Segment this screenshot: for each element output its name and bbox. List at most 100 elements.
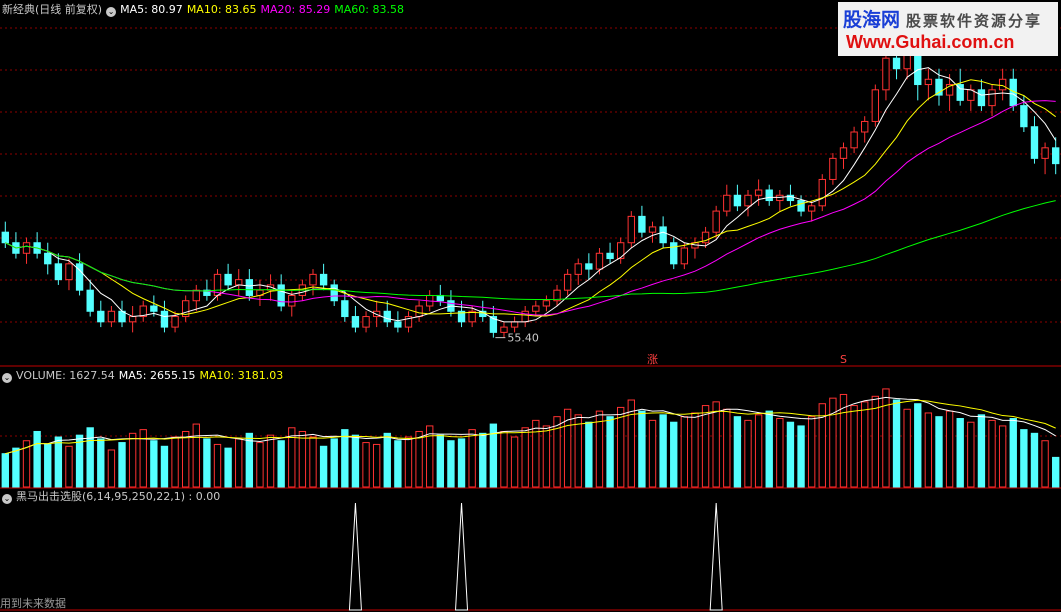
candle-body xyxy=(532,305,540,312)
volume-bar xyxy=(988,419,996,488)
candle-body xyxy=(1,231,9,244)
volume-bar xyxy=(659,414,667,488)
candle-body xyxy=(521,310,529,323)
volume-bar xyxy=(606,416,614,488)
volume-bar xyxy=(701,405,710,488)
volume-bar xyxy=(65,445,73,488)
candle-body xyxy=(648,226,657,233)
candle-body xyxy=(563,273,572,291)
ma5-label: MA5: 80.97 xyxy=(120,3,183,16)
candle-body xyxy=(150,305,158,312)
volume-bar xyxy=(224,447,232,488)
volume-bar xyxy=(394,440,402,488)
logo-url: Www.Guhai.com.cn xyxy=(846,32,1015,52)
candle-body xyxy=(383,310,391,323)
candle-body xyxy=(680,247,689,265)
volume-bar xyxy=(691,412,699,488)
volume-bar xyxy=(277,440,285,488)
candle-body xyxy=(362,316,370,328)
chevron-down-icon[interactable]: ⌄ xyxy=(2,494,12,504)
chart-canvas: 55.40 涨 S xyxy=(0,27,1061,611)
volume-bar xyxy=(213,443,222,488)
volume-bar xyxy=(298,430,307,488)
volume-bar xyxy=(404,436,413,488)
volume-bar xyxy=(362,442,370,488)
volume-bar xyxy=(850,405,858,488)
volume-bar xyxy=(266,434,275,488)
volume-bar xyxy=(807,416,816,488)
volume-bar xyxy=(160,445,169,488)
chevron-down-icon[interactable]: ⌄ xyxy=(106,7,117,17)
chevron-down-icon[interactable]: ⌄ xyxy=(2,373,12,383)
volume-bar xyxy=(617,406,625,488)
guhai-logo: 股海网 股票软件资源分享 Www.Guhai.com.cn xyxy=(838,2,1058,56)
candle-body xyxy=(319,273,328,286)
volume-bar xyxy=(351,434,360,488)
candle-body xyxy=(861,120,869,133)
volume-bar xyxy=(415,430,423,488)
volume-bar xyxy=(75,434,84,488)
candle-body xyxy=(192,289,200,302)
volume-bar xyxy=(924,412,933,488)
candle-body xyxy=(754,189,763,196)
footer-note: 用到未来数据 xyxy=(0,597,66,610)
candle-body xyxy=(723,194,731,212)
volume-bar xyxy=(627,399,635,488)
volume-panel-header: ⌄ VOLUME: 1627.54 MA5: 2655.15 MA10: 3181.0… xyxy=(2,369,287,383)
candle-body xyxy=(765,189,773,202)
volume-bar xyxy=(914,403,922,488)
volume-bar xyxy=(595,410,604,488)
candle-body xyxy=(988,89,996,107)
volume-bar xyxy=(648,419,657,488)
candle-body xyxy=(829,157,837,180)
ma20-label: MA20: 85.29 xyxy=(260,3,331,16)
ma60-label: MA60: 83.58 xyxy=(334,3,404,16)
candle-body xyxy=(330,284,338,302)
candle-body xyxy=(309,273,317,286)
volume-label: VOLUME: 1627.54 xyxy=(16,369,115,382)
candle-body xyxy=(892,57,901,70)
volume-bar xyxy=(670,421,678,488)
volume-bar xyxy=(723,408,731,488)
volume-bar xyxy=(765,410,773,488)
candle-body xyxy=(44,252,52,265)
marker-zhang: 涨 xyxy=(647,353,658,366)
volume-bar xyxy=(447,440,455,488)
volume-bar xyxy=(574,414,582,488)
volume-bar xyxy=(521,427,529,488)
candle-body xyxy=(436,294,444,302)
volume-bar xyxy=(712,401,720,488)
volume-bar xyxy=(479,432,487,488)
candle-body xyxy=(128,316,137,323)
volume-bar xyxy=(797,425,805,488)
candle-body xyxy=(670,242,678,265)
candle-body xyxy=(1041,147,1049,159)
candle-body xyxy=(341,300,349,318)
candle-body xyxy=(924,78,933,86)
candle-body xyxy=(160,310,169,328)
indicator-label: 黑马出击选股(6,14,95,250,22,1) : 0.00 xyxy=(16,490,221,503)
candle-body xyxy=(850,131,858,149)
candle-body xyxy=(351,316,360,328)
volume-bar xyxy=(171,436,179,488)
candle-body xyxy=(224,273,232,286)
volume-ma5-label: MA5: 2655.15 xyxy=(118,369,196,382)
volume-bar xyxy=(733,416,742,488)
volume-bar xyxy=(903,408,911,488)
candle-body xyxy=(54,263,63,281)
volume-bar xyxy=(553,416,561,488)
candle-body xyxy=(585,263,593,270)
signal-spike xyxy=(348,502,362,611)
volume-bar xyxy=(426,425,434,488)
ma10-line xyxy=(5,79,1056,317)
volume-bar xyxy=(1020,429,1028,488)
candle-body xyxy=(807,205,816,212)
volume-bar xyxy=(786,421,795,488)
volume-bar xyxy=(542,425,551,488)
price-panel-header: 新经典(日线 前复权) ⌄ MA5: 80.97 MA10: 83.65 MA20: 8… xyxy=(2,3,408,17)
volume-bar xyxy=(1052,456,1060,488)
volume-bar xyxy=(128,432,137,488)
volume-bar xyxy=(871,395,880,488)
candle-body xyxy=(500,326,508,333)
volume-bar xyxy=(309,436,317,488)
